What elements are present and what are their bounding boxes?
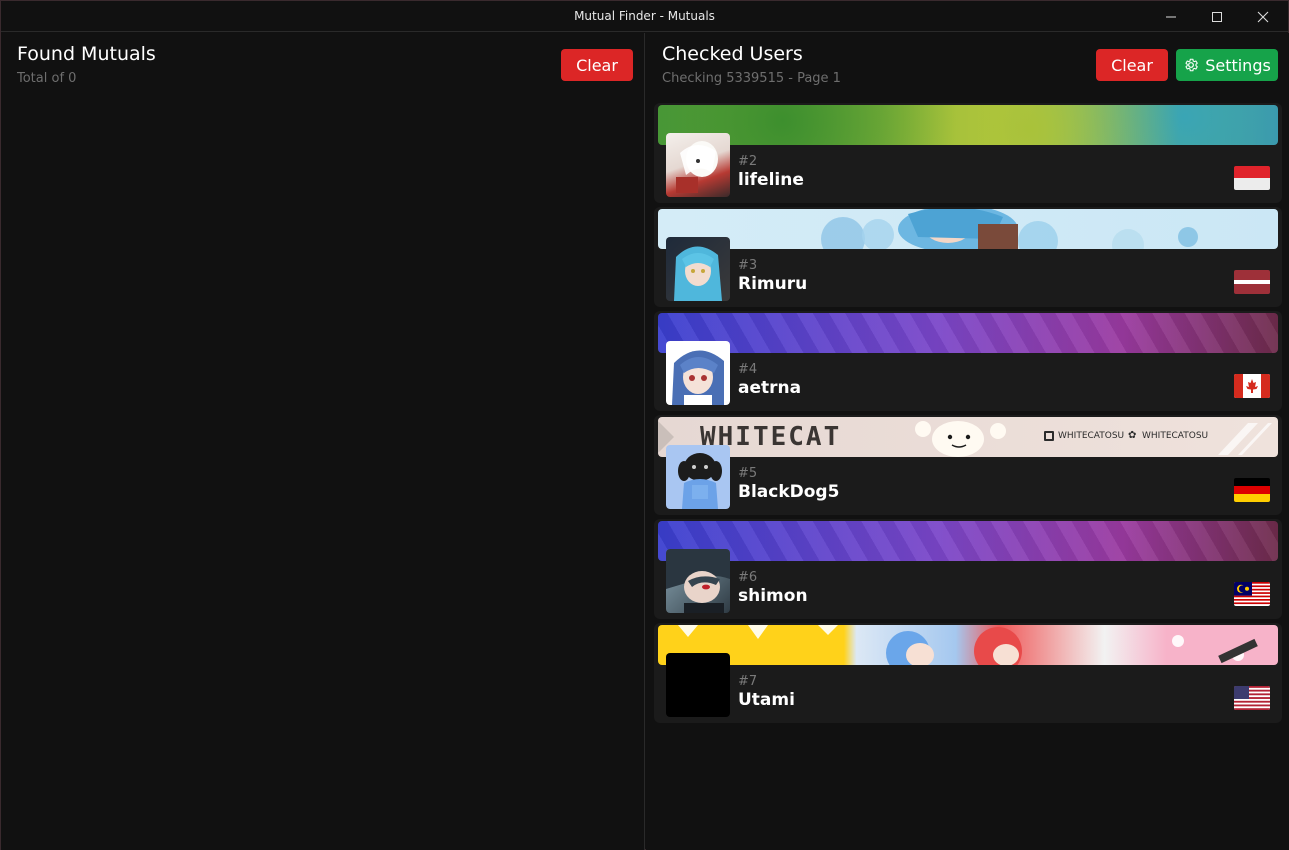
settings-button[interactable]: Settings: [1176, 49, 1278, 81]
checked-users-title: Checked Users: [662, 43, 803, 65]
close-button[interactable]: [1240, 1, 1286, 32]
user-banner: [658, 313, 1278, 353]
title-bar[interactable]: Mutual Finder - Mutuals: [1, 1, 1288, 32]
username[interactable]: shimon: [738, 586, 808, 606]
malaysia-flag-icon: [1234, 582, 1270, 606]
user-avatar: [666, 133, 730, 197]
user-rank: #3: [738, 258, 758, 273]
app-window: Mutual Finder - Mutuals Found Mutuals To…: [0, 0, 1289, 850]
username[interactable]: Rimuru: [738, 274, 807, 294]
user-rank: #5: [738, 466, 758, 481]
user-card[interactable]: WHITECAT WHITECATOSU ✿ WHITECATOSU #5 Bl…: [654, 415, 1282, 515]
canada-flag-icon: [1234, 374, 1270, 398]
user-rank: #6: [738, 570, 758, 585]
found-mutuals-panel: Found Mutuals Total of 0 Clear: [1, 33, 645, 850]
user-card[interactable]: #7 Utami: [654, 623, 1282, 723]
user-banner: [658, 521, 1278, 561]
user-rank: #7: [738, 674, 758, 689]
found-mutuals-total: Total of 0: [17, 71, 77, 86]
user-banner: [658, 625, 1278, 665]
close-icon: [1257, 11, 1269, 22]
found-mutuals-title: Found Mutuals: [17, 43, 156, 65]
user-avatar: [666, 237, 730, 301]
latvia-flag-icon: [1234, 270, 1270, 294]
user-card[interactable]: #6 shimon: [654, 519, 1282, 619]
user-card[interactable]: #4 aetrna: [654, 311, 1282, 411]
user-banner: [658, 209, 1278, 249]
checking-status: Checking 5339515 - Page 1: [662, 71, 841, 86]
settings-label: Settings: [1205, 55, 1271, 75]
window-title: Mutual Finder - Mutuals: [574, 9, 715, 23]
user-avatar: [666, 653, 730, 717]
minimize-icon: [1166, 16, 1176, 17]
user-banner: [658, 105, 1278, 145]
user-rank: #2: [738, 154, 758, 169]
germany-flag-icon: [1234, 478, 1270, 502]
indonesia-flag-icon: [1234, 166, 1270, 190]
usa-flag-icon: [1234, 686, 1270, 710]
maximize-icon: [1212, 11, 1222, 22]
username[interactable]: Utami: [738, 690, 795, 710]
whitecat-twitter-handle: WHITECATOSU: [1142, 431, 1209, 441]
user-banner: WHITECAT WHITECATOSU ✿ WHITECATOSU: [658, 417, 1278, 457]
twitch-icon: [1044, 431, 1054, 441]
username[interactable]: lifeline: [738, 170, 804, 190]
user-rank: #4: [738, 362, 758, 377]
username[interactable]: BlackDog5: [738, 482, 839, 502]
user-card[interactable]: #3 Rimuru: [654, 207, 1282, 307]
user-avatar: [666, 341, 730, 405]
username[interactable]: aetrna: [738, 378, 801, 398]
user-card[interactable]: #2 lifeline: [654, 103, 1282, 203]
user-avatar: [666, 549, 730, 613]
twitter-icon: ✿: [1128, 430, 1137, 441]
clear-checked-button[interactable]: Clear: [1096, 49, 1168, 81]
user-avatar: [666, 445, 730, 509]
minimize-button[interactable]: [1148, 1, 1194, 32]
checked-users-panel: Checked Users Checking 5339515 - Page 1 …: [646, 33, 1289, 850]
checked-users-list: #2 lifeline #3 Rimuru #4 aetrna WHITECAT…: [654, 103, 1282, 727]
gear-icon: [1185, 58, 1198, 72]
clear-mutuals-button[interactable]: Clear: [561, 49, 633, 81]
maximize-button[interactable]: [1194, 1, 1240, 32]
whitecat-twitch-handle: WHITECATOSU: [1058, 431, 1125, 441]
